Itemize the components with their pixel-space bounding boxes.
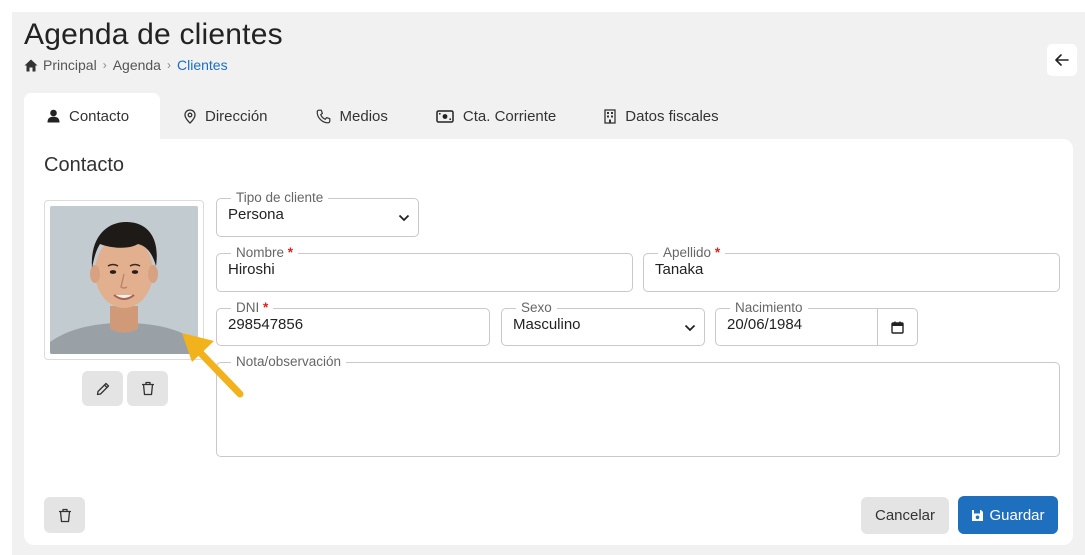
dni-label: DNI * <box>236 300 269 315</box>
page-title: Agenda de clientes <box>24 18 283 51</box>
pointer-arrow-icon <box>182 333 244 398</box>
breadcrumb-separator: › <box>102 58 107 72</box>
tab-label: Dirección <box>205 107 268 125</box>
tab-cta-corriente[interactable]: Cta. Corriente <box>412 93 580 139</box>
nombre-value: Hiroshi <box>228 261 275 278</box>
nota-textarea[interactable]: Nota/observación <box>216 355 1060 457</box>
tab-label: Cta. Corriente <box>462 107 557 125</box>
tab-bar: Contacto Dirección Medios Cta. Corriente… <box>24 93 743 139</box>
arrow-left-icon <box>1055 54 1069 66</box>
nombre-label: Nombre * <box>236 245 294 260</box>
trash-icon <box>141 381 154 396</box>
save-label: Guardar <box>989 506 1045 524</box>
tipo-cliente-select[interactable]: Tipo de cliente Persona <box>216 190 419 237</box>
building-icon <box>604 108 616 124</box>
delete-client-button[interactable] <box>44 497 85 533</box>
sexo-value: Masculino <box>513 316 581 333</box>
map-pin-icon <box>184 108 196 124</box>
nacimiento-label: Nacimiento <box>735 300 803 315</box>
tab-label: Medios <box>339 107 388 125</box>
save-icon <box>972 509 984 521</box>
tab-medios[interactable]: Medios <box>292 93 412 139</box>
required-mark: * <box>263 300 269 315</box>
money-icon <box>436 109 454 123</box>
breadcrumb-item-agenda[interactable]: Agenda <box>113 57 161 73</box>
nacimiento-value: 20/06/1984 <box>727 316 803 333</box>
apellido-label: Apellido * <box>663 245 721 260</box>
nombre-field[interactable]: Nombre * Hiroshi <box>216 245 633 292</box>
breadcrumb: Principal › Agenda › Clientes <box>24 57 228 73</box>
dni-value: 298547856 <box>228 316 304 333</box>
sexo-label: Sexo <box>521 300 552 315</box>
breadcrumb-item-clientes[interactable]: Clientes <box>177 57 228 73</box>
required-mark: * <box>714 245 721 260</box>
nacimiento-field[interactable]: Nacimiento 20/06/1984 <box>715 300 878 346</box>
delete-photo-button[interactable] <box>127 371 168 406</box>
calendar-icon <box>891 321 904 334</box>
tipo-cliente-label: Tipo de cliente <box>236 190 324 205</box>
calendar-button[interactable] <box>877 308 918 346</box>
tipo-cliente-value: Persona <box>228 206 284 223</box>
breadcrumb-separator: › <box>166 58 171 72</box>
breadcrumb-item-principal[interactable]: Principal <box>43 57 97 73</box>
apellido-value: Tanaka <box>655 261 704 278</box>
save-button[interactable]: Guardar <box>958 496 1058 534</box>
cancel-button[interactable]: Cancelar <box>861 497 949 534</box>
section-title: Contacto <box>44 154 125 176</box>
back-button[interactable] <box>1047 44 1077 76</box>
edit-photo-button[interactable] <box>82 371 123 406</box>
user-icon <box>47 109 60 123</box>
tab-contacto[interactable]: Contacto <box>24 93 160 139</box>
phone-icon <box>316 109 330 123</box>
tab-datos-fiscales[interactable]: Datos fiscales <box>580 93 742 139</box>
tab-direccion[interactable]: Dirección <box>160 93 292 139</box>
apellido-field[interactable]: Apellido * Tanaka <box>643 245 1060 292</box>
pencil-icon <box>96 382 109 395</box>
tab-label: Datos fiscales <box>625 107 719 125</box>
chevron-down-icon <box>398 214 410 222</box>
sexo-select[interactable]: Sexo Masculino <box>501 300 705 346</box>
required-mark: * <box>287 245 294 260</box>
dni-field[interactable]: DNI * 298547856 <box>216 300 490 346</box>
client-photo <box>50 206 198 354</box>
trash-icon <box>58 508 71 522</box>
tab-label: Contacto <box>69 107 130 125</box>
home-icon <box>24 59 38 71</box>
chevron-down-icon <box>684 324 696 332</box>
